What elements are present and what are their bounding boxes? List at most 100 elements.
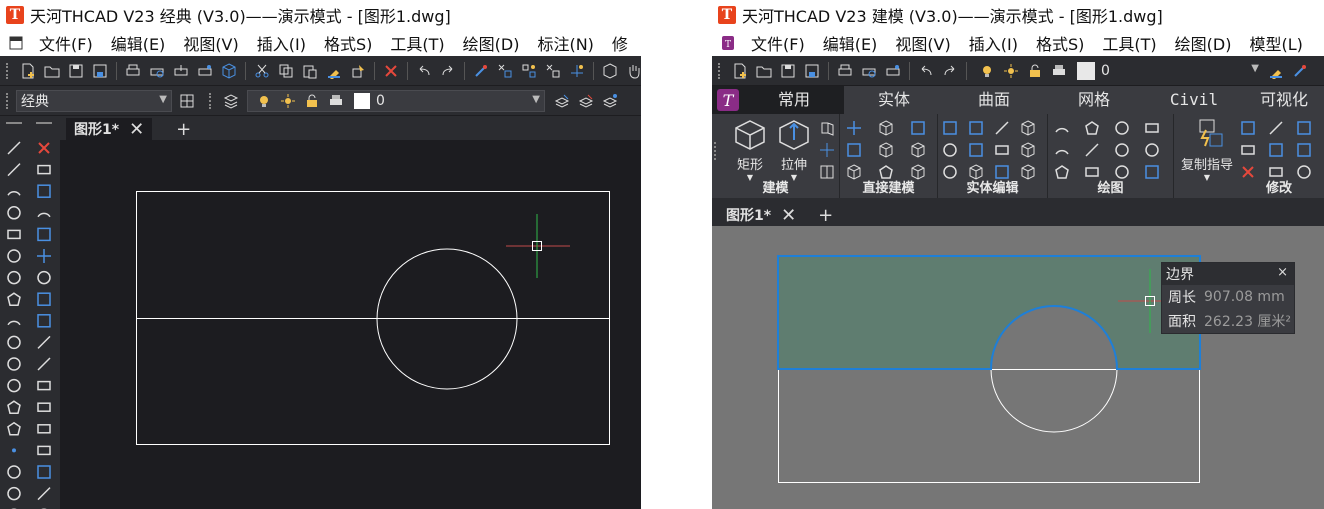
direct-modeling-icon-2[interactable] xyxy=(879,120,893,136)
point-tool-icon[interactable] xyxy=(7,421,21,436)
tab-mesh[interactable]: 网格 xyxy=(1044,86,1144,114)
menu-draw[interactable]: 绘图(D) xyxy=(454,31,529,55)
new-file-icon[interactable] xyxy=(19,62,37,80)
document-icon[interactable] xyxy=(8,35,24,51)
revolve-icon[interactable] xyxy=(816,118,838,138)
copy-guide-button[interactable]: 复制指导 ▼ xyxy=(1178,118,1236,182)
solid-editing-icon-1[interactable] xyxy=(943,121,957,135)
tab-visualize[interactable]: 可视化 xyxy=(1244,86,1324,114)
document-tab[interactable]: 图形1* ✕ xyxy=(66,118,153,140)
close-icon[interactable] xyxy=(382,62,400,80)
tab-solid[interactable]: 实体 xyxy=(844,86,944,114)
fillet-tool-icon[interactable] xyxy=(37,465,51,479)
box-button[interactable]: 矩形 ▼ xyxy=(730,118,770,182)
block-insert-icon[interactable] xyxy=(7,378,21,393)
direct-modeling-icon-3[interactable] xyxy=(911,121,925,135)
view-cube-icon[interactable] xyxy=(601,62,619,80)
menu-view[interactable]: 视图(V) xyxy=(886,31,959,55)
draw-icon-7[interactable] xyxy=(1115,143,1129,157)
menu-insert[interactable]: 插入(I) xyxy=(960,31,1027,55)
menu-view[interactable]: 视图(V) xyxy=(174,31,247,55)
menu-model[interactable]: 模型(L) xyxy=(1240,31,1311,55)
tab-civil[interactable]: Civil xyxy=(1144,86,1244,114)
toolbar-grip[interactable] xyxy=(718,62,720,79)
rotate-tool-icon[interactable] xyxy=(37,270,51,285)
print-preview-icon[interactable] xyxy=(148,62,166,80)
plot-icon[interactable] xyxy=(196,62,214,80)
menu-tools[interactable]: 工具(T) xyxy=(1093,31,1165,55)
toolbar-grip[interactable] xyxy=(6,92,8,109)
move-3d-icon[interactable] xyxy=(816,140,838,160)
menu-format[interactable]: 格式S) xyxy=(1027,31,1093,55)
toolbar-grip[interactable] xyxy=(6,62,8,79)
direct-modeling-icon-4[interactable] xyxy=(847,143,861,157)
trim-tool-icon[interactable] xyxy=(37,335,51,349)
chamfer-tool-icon[interactable] xyxy=(37,445,51,456)
layer-isolate-icon[interactable] xyxy=(577,92,595,110)
erase-tool-icon[interactable] xyxy=(38,142,50,154)
extend-tool-icon[interactable] xyxy=(37,357,51,371)
redo-icon[interactable] xyxy=(941,62,959,80)
pick-point-icon[interactable] xyxy=(472,62,490,80)
draw-icon-1[interactable] xyxy=(1055,127,1069,133)
rectangle-tool-icon[interactable] xyxy=(7,229,21,240)
cloud-tool-icon[interactable] xyxy=(7,292,21,306)
solid-editing-icon-4[interactable] xyxy=(1021,120,1035,136)
modify-icon-8[interactable] xyxy=(1269,167,1283,177)
break-tool-icon[interactable] xyxy=(37,402,51,412)
app-menu-icon[interactable]: T xyxy=(720,35,736,51)
modify-icon-6[interactable] xyxy=(1297,143,1311,157)
solid-editing-icon-5[interactable] xyxy=(943,143,957,157)
modify-icon-7[interactable] xyxy=(1242,166,1254,178)
menu-file[interactable]: 文件(F) xyxy=(30,31,102,55)
layer-select[interactable]: 0 ▼ xyxy=(971,59,1263,82)
mirror-tool-icon[interactable] xyxy=(37,184,51,198)
copy-tool-icon[interactable] xyxy=(37,164,51,175)
solid-editing-icon-7[interactable] xyxy=(995,145,1009,155)
modify-icon-3[interactable] xyxy=(1297,121,1311,135)
ellipse-tool-icon[interactable] xyxy=(7,335,21,350)
workspace-settings-icon[interactable] xyxy=(178,92,196,110)
undo-icon[interactable] xyxy=(415,62,433,80)
drawing-canvas[interactable]: 边界 × 周长 907.08 mm 面积 262.23 厘米² xyxy=(712,226,1324,509)
solid-editing-icon-2[interactable] xyxy=(969,121,983,135)
solid-editing-icon-8[interactable] xyxy=(1021,142,1035,158)
match-properties-icon[interactable] xyxy=(325,62,343,80)
3d-cube-icon[interactable] xyxy=(220,62,238,80)
scale-tool-icon[interactable] xyxy=(37,292,51,306)
menu-edit[interactable]: 编辑(E) xyxy=(102,31,175,55)
match-properties-icon[interactable] xyxy=(1267,62,1285,80)
menu-format[interactable]: 格式S) xyxy=(315,31,381,55)
pan-hand-icon[interactable] xyxy=(625,62,641,80)
polygon-tool-icon[interactable] xyxy=(7,206,21,220)
menu-draw[interactable]: 绘图(D) xyxy=(1166,31,1241,55)
object-snap-icon[interactable] xyxy=(568,62,586,80)
point-dot-icon[interactable] xyxy=(12,448,16,453)
copy-icon[interactable] xyxy=(277,62,295,80)
save-icon[interactable] xyxy=(779,62,797,80)
extrude-button[interactable]: 拉伸 ▼ xyxy=(774,118,814,182)
arc-tool-icon[interactable] xyxy=(7,191,21,196)
new-tab-button[interactable]: + xyxy=(812,205,839,226)
menu-dimension[interactable]: 标注(N) xyxy=(528,31,602,55)
paste-icon[interactable] xyxy=(301,62,319,80)
menu-file[interactable]: 文件(F) xyxy=(742,31,814,55)
save-icon[interactable] xyxy=(67,62,85,80)
block-editor-icon[interactable] xyxy=(349,62,367,80)
draw-icon-10[interactable] xyxy=(1085,167,1099,177)
make-block-icon[interactable] xyxy=(7,400,21,414)
hatch-tool-icon[interactable] xyxy=(7,465,21,479)
tab-surface[interactable]: 曲面 xyxy=(944,86,1044,114)
save-as-icon[interactable] xyxy=(803,62,821,80)
solid-editing-icon-3[interactable] xyxy=(995,121,1009,135)
layer-manager-icon[interactable] xyxy=(222,92,240,110)
tab-close-button[interactable]: ✕ xyxy=(129,119,144,140)
toolbar-grip[interactable] xyxy=(6,122,22,124)
layer-select[interactable]: 0 ▼ xyxy=(247,89,545,112)
line-tool-icon[interactable] xyxy=(7,141,21,155)
direct-modeling-icon-5[interactable] xyxy=(879,142,893,158)
move-tool-icon[interactable] xyxy=(37,249,51,263)
pick-point-icon[interactable] xyxy=(1291,62,1309,80)
draw-icon-8[interactable] xyxy=(1145,143,1159,157)
solid-editing-icon-6[interactable] xyxy=(969,143,983,157)
